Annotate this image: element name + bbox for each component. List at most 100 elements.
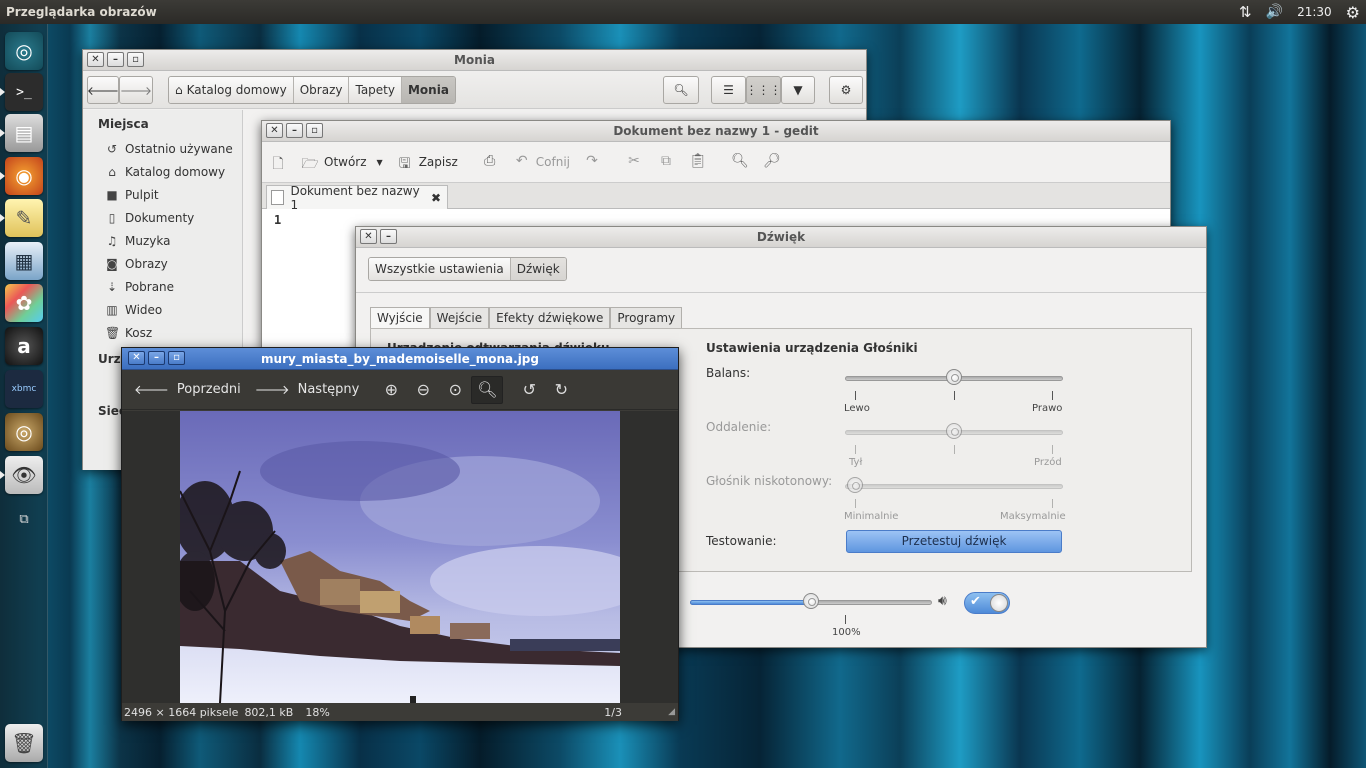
search-button[interactable]: 🔍︎	[663, 76, 699, 104]
rotate-right-icon[interactable]: ↻	[545, 376, 577, 404]
minimize-button[interactable]: –	[286, 123, 303, 138]
back-button[interactable]: 🡐	[87, 76, 119, 104]
zoom-in-icon[interactable]: ⊕	[375, 376, 407, 404]
sidebar-item-downloads[interactable]: ⇣ Pobrane	[83, 275, 242, 298]
speaker-icon[interactable]: ◎	[5, 413, 43, 451]
mute-toggle[interactable]: ✔	[964, 592, 1010, 614]
paint-icon[interactable]: ✿	[5, 284, 43, 322]
all-settings-button[interactable]: Wszystkie ustawienia	[369, 258, 511, 280]
open-button[interactable]: 🗁 Otwórz ▼	[300, 153, 383, 172]
undo-button[interactable]: ↶ Cofnij	[512, 153, 570, 171]
sidebar-item-desktop[interactable]: ■ Pulpit	[83, 183, 242, 206]
tab-applications[interactable]: Programy	[610, 307, 683, 328]
clock[interactable]: 21:30	[1297, 5, 1332, 19]
sound-crumb[interactable]: Dźwięk	[510, 258, 566, 280]
list-view-button[interactable]: ☰	[711, 76, 746, 104]
sidebar-item-videos[interactable]: ▥ Wideo	[83, 298, 242, 321]
active-app-title: Przeglądarka obrazów	[6, 5, 157, 19]
xbmc-icon[interactable]: xbmc	[5, 370, 43, 408]
image-viewer-icon[interactable]: 👁	[5, 456, 43, 494]
trash-icon[interactable]: 🗑	[5, 724, 43, 762]
resize-grip-icon[interactable]: ◢	[668, 707, 675, 717]
sidebar-item-recent[interactable]: ↺ Ostatnio używane	[83, 137, 242, 160]
firefox-icon[interactable]: ◉	[5, 157, 43, 195]
network-icon[interactable]: ⇅	[1239, 3, 1252, 21]
minimize-button[interactable]: –	[380, 229, 397, 244]
close-icon[interactable]: ✖	[431, 191, 441, 205]
workspace-icon[interactable]: ⧉	[5, 500, 43, 538]
minimize-button[interactable]: –	[107, 52, 124, 67]
image-filesize: 802,1 kB	[244, 705, 294, 719]
output-volume-knob[interactable]	[803, 593, 819, 609]
image-dimensions: 2496 × 1664 piksele	[124, 705, 239, 719]
document-tab[interactable]: Dokument bez nazwy 1 ✖	[266, 184, 448, 212]
crumb-monia[interactable]: Monia	[401, 77, 455, 103]
close-button[interactable]: ✕	[266, 123, 283, 138]
sidebar-item-trash[interactable]: 🗑 Kosz	[83, 321, 242, 344]
ubuntu-dash-icon[interactable]: ◎	[5, 32, 43, 70]
find-icon[interactable]: 🔍︎	[730, 153, 750, 171]
zoom-fit-icon[interactable]: 🔍︎	[471, 375, 504, 404]
crumb-obrazy[interactable]: Obrazy	[293, 77, 350, 103]
arrow-left-icon: 🡐	[134, 382, 169, 398]
maximize-button[interactable]: ▫	[168, 351, 185, 365]
sidebar-item-home[interactable]: ⌂ Katalog domowy	[83, 160, 242, 183]
image-canvas[interactable]	[122, 411, 678, 703]
terminal-icon[interactable]: >_	[5, 73, 43, 111]
close-button[interactable]: ✕	[360, 229, 377, 244]
balance-slider-knob[interactable]	[946, 369, 962, 385]
tab-input[interactable]: Wejście	[429, 307, 490, 328]
search-icon: 🔍︎	[673, 83, 689, 97]
crumb-tapety[interactable]: Tapety	[349, 77, 402, 103]
test-sound-button[interactable]: Przetestuj dźwięk	[846, 530, 1062, 553]
next-button[interactable]: 🡒 Następny	[255, 382, 360, 398]
zoom-out-icon[interactable]: ⊖	[407, 376, 439, 404]
tab-sound-effects[interactable]: Efekty dźwiękowe	[489, 307, 611, 328]
document-icon	[271, 190, 285, 205]
audio-player-icon[interactable]: a	[5, 327, 43, 365]
file-manager-icon[interactable]: ▤	[5, 114, 43, 152]
sidebar-item-music[interactable]: ♫ Muzyka	[83, 229, 242, 252]
output-volume-fill	[690, 600, 811, 605]
volume-icon[interactable]: 🔊	[1266, 4, 1283, 20]
subwoofer-slider[interactable]	[845, 484, 1063, 489]
sidebar-item-pictures[interactable]: ◙ Obrazy	[83, 252, 242, 275]
settings-button[interactable]: ⚙	[829, 76, 863, 104]
fade-slider-knob[interactable]	[946, 423, 962, 439]
view-options-button[interactable]: ▼	[781, 76, 815, 104]
top-panel: Przeglądarka obrazów ⇅ 🔊 21:30 ⚙	[0, 0, 1366, 24]
grid-view-button[interactable]: ⋮⋮⋮	[746, 76, 782, 104]
paste-icon[interactable]: 📋︎	[688, 153, 708, 171]
cut-icon[interactable]: ✂	[624, 153, 644, 171]
copy-icon[interactable]: ⧉	[656, 153, 676, 171]
folder-open-icon: 🗁	[301, 156, 319, 172]
maximize-button[interactable]: ▫	[306, 123, 323, 138]
image-viewer-titlebar[interactable]: ✕ – ▫ mury_miasta_by_mademoiselle_mona.j…	[122, 348, 678, 370]
redo-icon[interactable]: ↷	[582, 153, 602, 171]
tab-output[interactable]: Wyjście	[370, 307, 430, 328]
new-document-icon[interactable]: 🗋	[268, 153, 288, 172]
balance-left-label: Lewo	[844, 403, 870, 414]
chevron-down-icon[interactable]: ▼	[377, 158, 383, 167]
forward-button[interactable]: 🡒	[119, 76, 153, 104]
zoom-normal-icon[interactable]: ⊙	[439, 376, 471, 404]
close-button[interactable]: ✕	[128, 351, 145, 365]
gear-icon[interactable]: ⚙	[1346, 3, 1360, 22]
previous-button[interactable]: 🡐 Poprzedni	[134, 382, 241, 398]
sound-titlebar[interactable]: ✕ – Dźwięk	[356, 227, 1206, 248]
print-icon[interactable]: ⎙	[480, 153, 500, 171]
minimize-button[interactable]: –	[148, 351, 165, 365]
rotate-left-icon[interactable]: ↺	[513, 376, 545, 404]
maximize-button[interactable]: ▫	[127, 52, 144, 67]
text-editor-icon[interactable]: ✎	[5, 199, 43, 237]
gedit-titlebar[interactable]: ✕ – ▫ Dokument bez nazwy 1 - gedit	[262, 121, 1170, 142]
close-button[interactable]: ✕	[87, 52, 104, 67]
replace-icon[interactable]: 🔎︎	[762, 153, 782, 171]
sound-tabs: Wyjście Wejście Efekty dźwiękowe Program…	[370, 307, 683, 328]
crumb-home[interactable]: ⌂ Katalog domowy	[169, 77, 294, 103]
file-manager-titlebar[interactable]: ✕ – ▫ Monia	[83, 50, 866, 71]
subwoofer-slider-knob[interactable]	[847, 477, 863, 493]
writer-icon[interactable]: ▦	[5, 242, 43, 280]
sidebar-item-documents[interactable]: ▯ Dokumenty	[83, 206, 242, 229]
save-button[interactable]: 🖫 Zapisz	[395, 153, 458, 172]
